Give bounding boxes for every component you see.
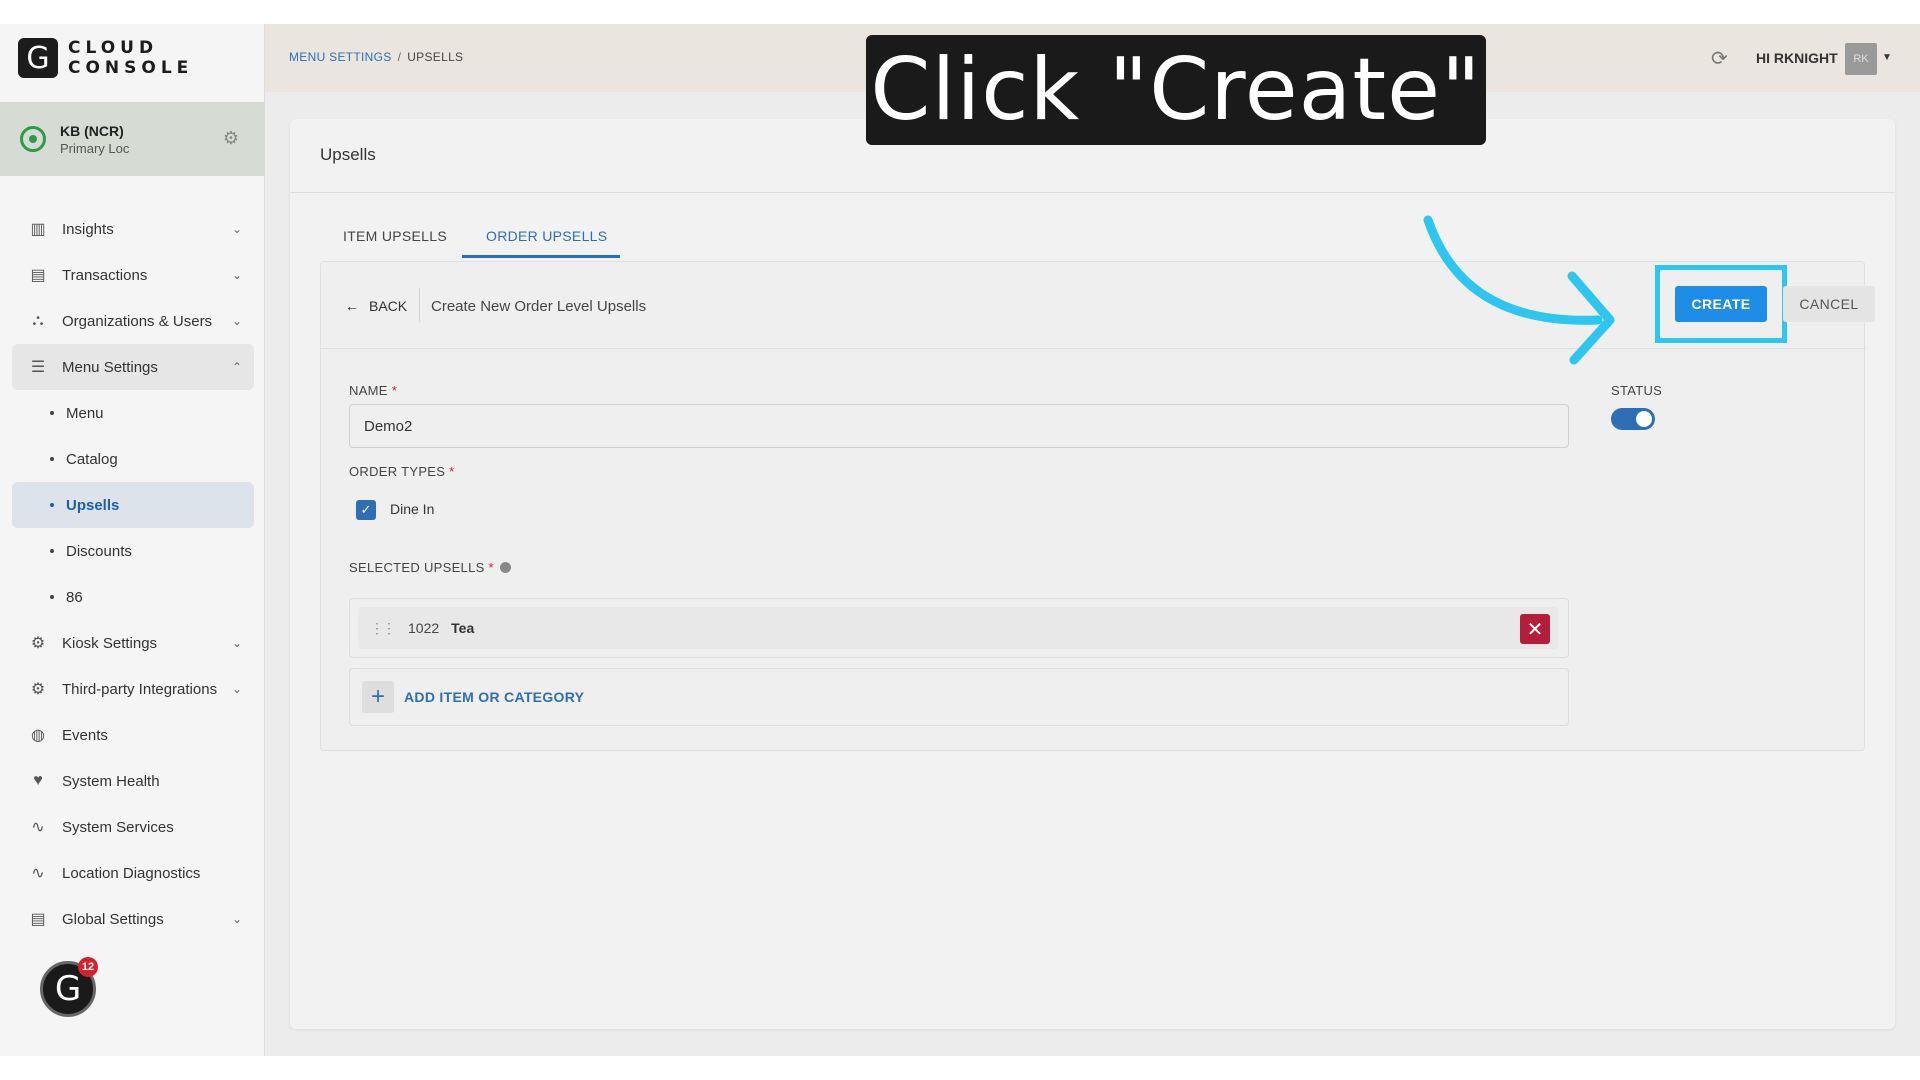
tutorial-arrow-icon bbox=[1423, 215, 1615, 365]
app-window: G CLOUD CONSOLE KB (NCR) Primary Loc ⚙ ▥… bbox=[0, 24, 1920, 1056]
